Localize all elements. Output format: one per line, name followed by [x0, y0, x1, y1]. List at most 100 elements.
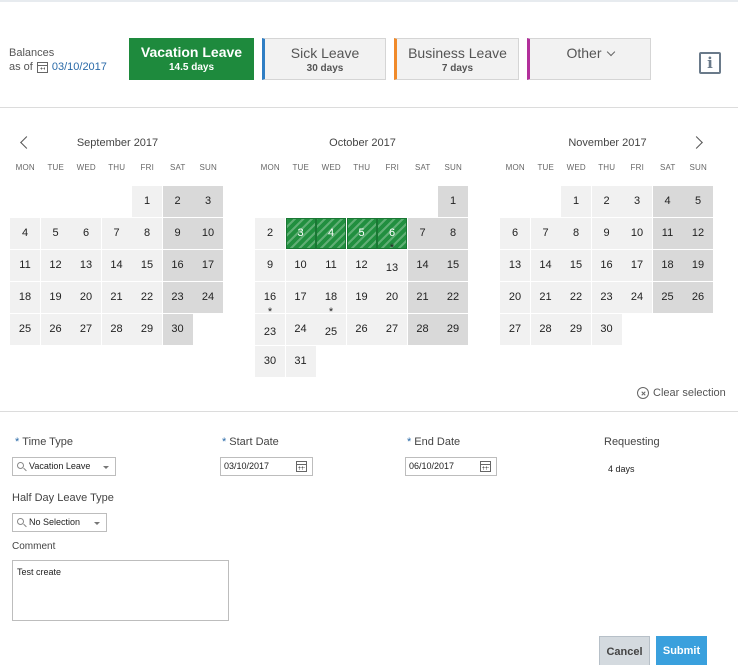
calendar-day[interactable]: 1: [561, 186, 591, 217]
calendar-day[interactable]: 21: [407, 282, 438, 313]
calendar-day[interactable]: 13: [500, 250, 530, 281]
calendar-day[interactable]: 5: [683, 186, 713, 217]
calendar-day[interactable]: 13 *: [377, 243, 407, 281]
calendar-day[interactable]: 4: [10, 218, 40, 249]
calendar-day[interactable]: 29: [132, 314, 162, 345]
calendar-day[interactable]: 23 *: [255, 307, 285, 345]
calendar-day[interactable]: 6: [500, 218, 530, 249]
calendar-day[interactable]: 28: [530, 314, 561, 345]
calendar-icon[interactable]: [480, 461, 491, 472]
calendar-day[interactable]: 27: [377, 314, 407, 345]
calendar-day[interactable]: 14: [407, 250, 438, 281]
calendar-day[interactable]: 2: [591, 186, 622, 217]
calendar-day[interactable]: 25: [652, 282, 683, 313]
calendar-day[interactable]: 7: [407, 218, 438, 249]
calendar-day[interactable]: 5: [346, 218, 377, 249]
calendar-day[interactable]: 26: [40, 314, 71, 345]
calendar-day[interactable]: 17: [285, 282, 316, 313]
calendar-day[interactable]: 10: [622, 218, 652, 249]
cancel-button[interactable]: Cancel: [599, 636, 650, 665]
calendar-day[interactable]: 11: [316, 250, 346, 281]
calendar-day[interactable]: 20: [71, 282, 101, 313]
tab-other[interactable]: Other: [527, 38, 651, 80]
calendar-day[interactable]: 23: [591, 282, 622, 313]
calendar-day[interactable]: 18: [10, 282, 40, 313]
calendar-day[interactable]: 25 *: [316, 307, 346, 345]
calendar-day[interactable]: 20: [500, 282, 530, 313]
calendar-day[interactable]: 24: [285, 314, 316, 345]
tab-sick-leave[interactable]: Sick Leave 30 days: [262, 38, 386, 80]
calendar-day[interactable]: 4: [316, 218, 346, 249]
calendar-day[interactable]: 3: [193, 186, 223, 217]
calendar-day[interactable]: 21: [101, 282, 132, 313]
calendar-day[interactable]: 12: [346, 250, 377, 281]
tab-vacation-leave[interactable]: Vacation Leave 14.5 days: [129, 38, 254, 80]
calendar-day[interactable]: 9: [255, 250, 285, 281]
submit-button[interactable]: Submit: [656, 636, 707, 665]
time-type-select[interactable]: Vacation Leave: [12, 457, 116, 476]
calendar-day[interactable]: 29: [438, 314, 468, 345]
calendar-day[interactable]: 6: [71, 218, 101, 249]
calendar-day[interactable]: 8: [132, 218, 162, 249]
calendar-day[interactable]: 20: [377, 282, 407, 313]
calendar-day[interactable]: 9: [591, 218, 622, 249]
calendar-day[interactable]: 26: [346, 314, 377, 345]
tab-business-leave[interactable]: Business Leave 7 days: [394, 38, 519, 80]
start-date-input[interactable]: 03/10/2017: [220, 457, 313, 476]
calendar-day[interactable]: 10: [285, 250, 316, 281]
calendar-day[interactable]: 12: [683, 218, 713, 249]
info-icon[interactable]: i: [699, 52, 721, 74]
clear-selection-button[interactable]: Clear selection: [637, 387, 726, 399]
calendar-day[interactable]: 15: [438, 250, 468, 281]
calendar-day[interactable]: 13: [71, 250, 101, 281]
calendar-day[interactable]: 5: [40, 218, 71, 249]
calendar-day[interactable]: 1: [438, 186, 468, 217]
calendar-icon[interactable]: [296, 461, 307, 472]
calendar-day[interactable]: 17: [193, 250, 223, 281]
calendar-day[interactable]: 30: [591, 314, 622, 345]
calendar-icon[interactable]: [36, 61, 48, 73]
calendar-day[interactable]: 2: [162, 186, 193, 217]
half-day-select[interactable]: No Selection: [12, 513, 107, 532]
calendar-day[interactable]: 28: [407, 314, 438, 345]
calendar-day[interactable]: 19: [346, 282, 377, 313]
as-of-date-link[interactable]: 03/10/2017: [52, 60, 107, 74]
calendar-day[interactable]: 30: [255, 346, 285, 377]
calendar-day[interactable]: 10: [193, 218, 223, 249]
calendar-day[interactable]: 24: [622, 282, 652, 313]
end-date-input[interactable]: 06/10/2017: [405, 457, 497, 476]
calendar-day[interactable]: 28: [101, 314, 132, 345]
calendar-day[interactable]: 19: [683, 250, 713, 281]
calendar-day[interactable]: 30: [162, 314, 193, 345]
calendar-day[interactable]: 7: [530, 218, 561, 249]
calendar-day[interactable]: 14: [530, 250, 561, 281]
calendar-day[interactable]: 16: [591, 250, 622, 281]
comment-textarea[interactable]: Test create: [12, 560, 229, 621]
calendar-day[interactable]: 15: [132, 250, 162, 281]
calendar-day[interactable]: 24: [193, 282, 223, 313]
calendar-day[interactable]: 22: [438, 282, 468, 313]
calendar-day[interactable]: 14: [101, 250, 132, 281]
calendar-day[interactable]: 12: [40, 250, 71, 281]
calendar-day[interactable]: 1: [132, 186, 162, 217]
calendar-day[interactable]: 8: [561, 218, 591, 249]
calendar-day[interactable]: 23: [162, 282, 193, 313]
calendar-day[interactable]: 9: [162, 218, 193, 249]
calendar-day[interactable]: 4: [652, 186, 683, 217]
calendar-day[interactable]: 3: [622, 186, 652, 217]
calendar-day[interactable]: 16: [162, 250, 193, 281]
calendar-day[interactable]: 11: [652, 218, 683, 249]
calendar-day[interactable]: 8: [438, 218, 468, 249]
calendar-day[interactable]: 18: [652, 250, 683, 281]
calendar-day[interactable]: 21: [530, 282, 561, 313]
calendar-day[interactable]: 25: [10, 314, 40, 345]
calendar-day[interactable]: 22: [132, 282, 162, 313]
calendar-day[interactable]: 22: [561, 282, 591, 313]
calendar-day[interactable]: 17: [622, 250, 652, 281]
calendar-day[interactable]: 27: [71, 314, 101, 345]
calendar-day[interactable]: 19: [40, 282, 71, 313]
calendar-day[interactable]: 11: [10, 250, 40, 281]
calendar-day[interactable]: 27: [500, 314, 530, 345]
calendar-day[interactable]: 29: [561, 314, 591, 345]
calendar-day[interactable]: 15: [561, 250, 591, 281]
